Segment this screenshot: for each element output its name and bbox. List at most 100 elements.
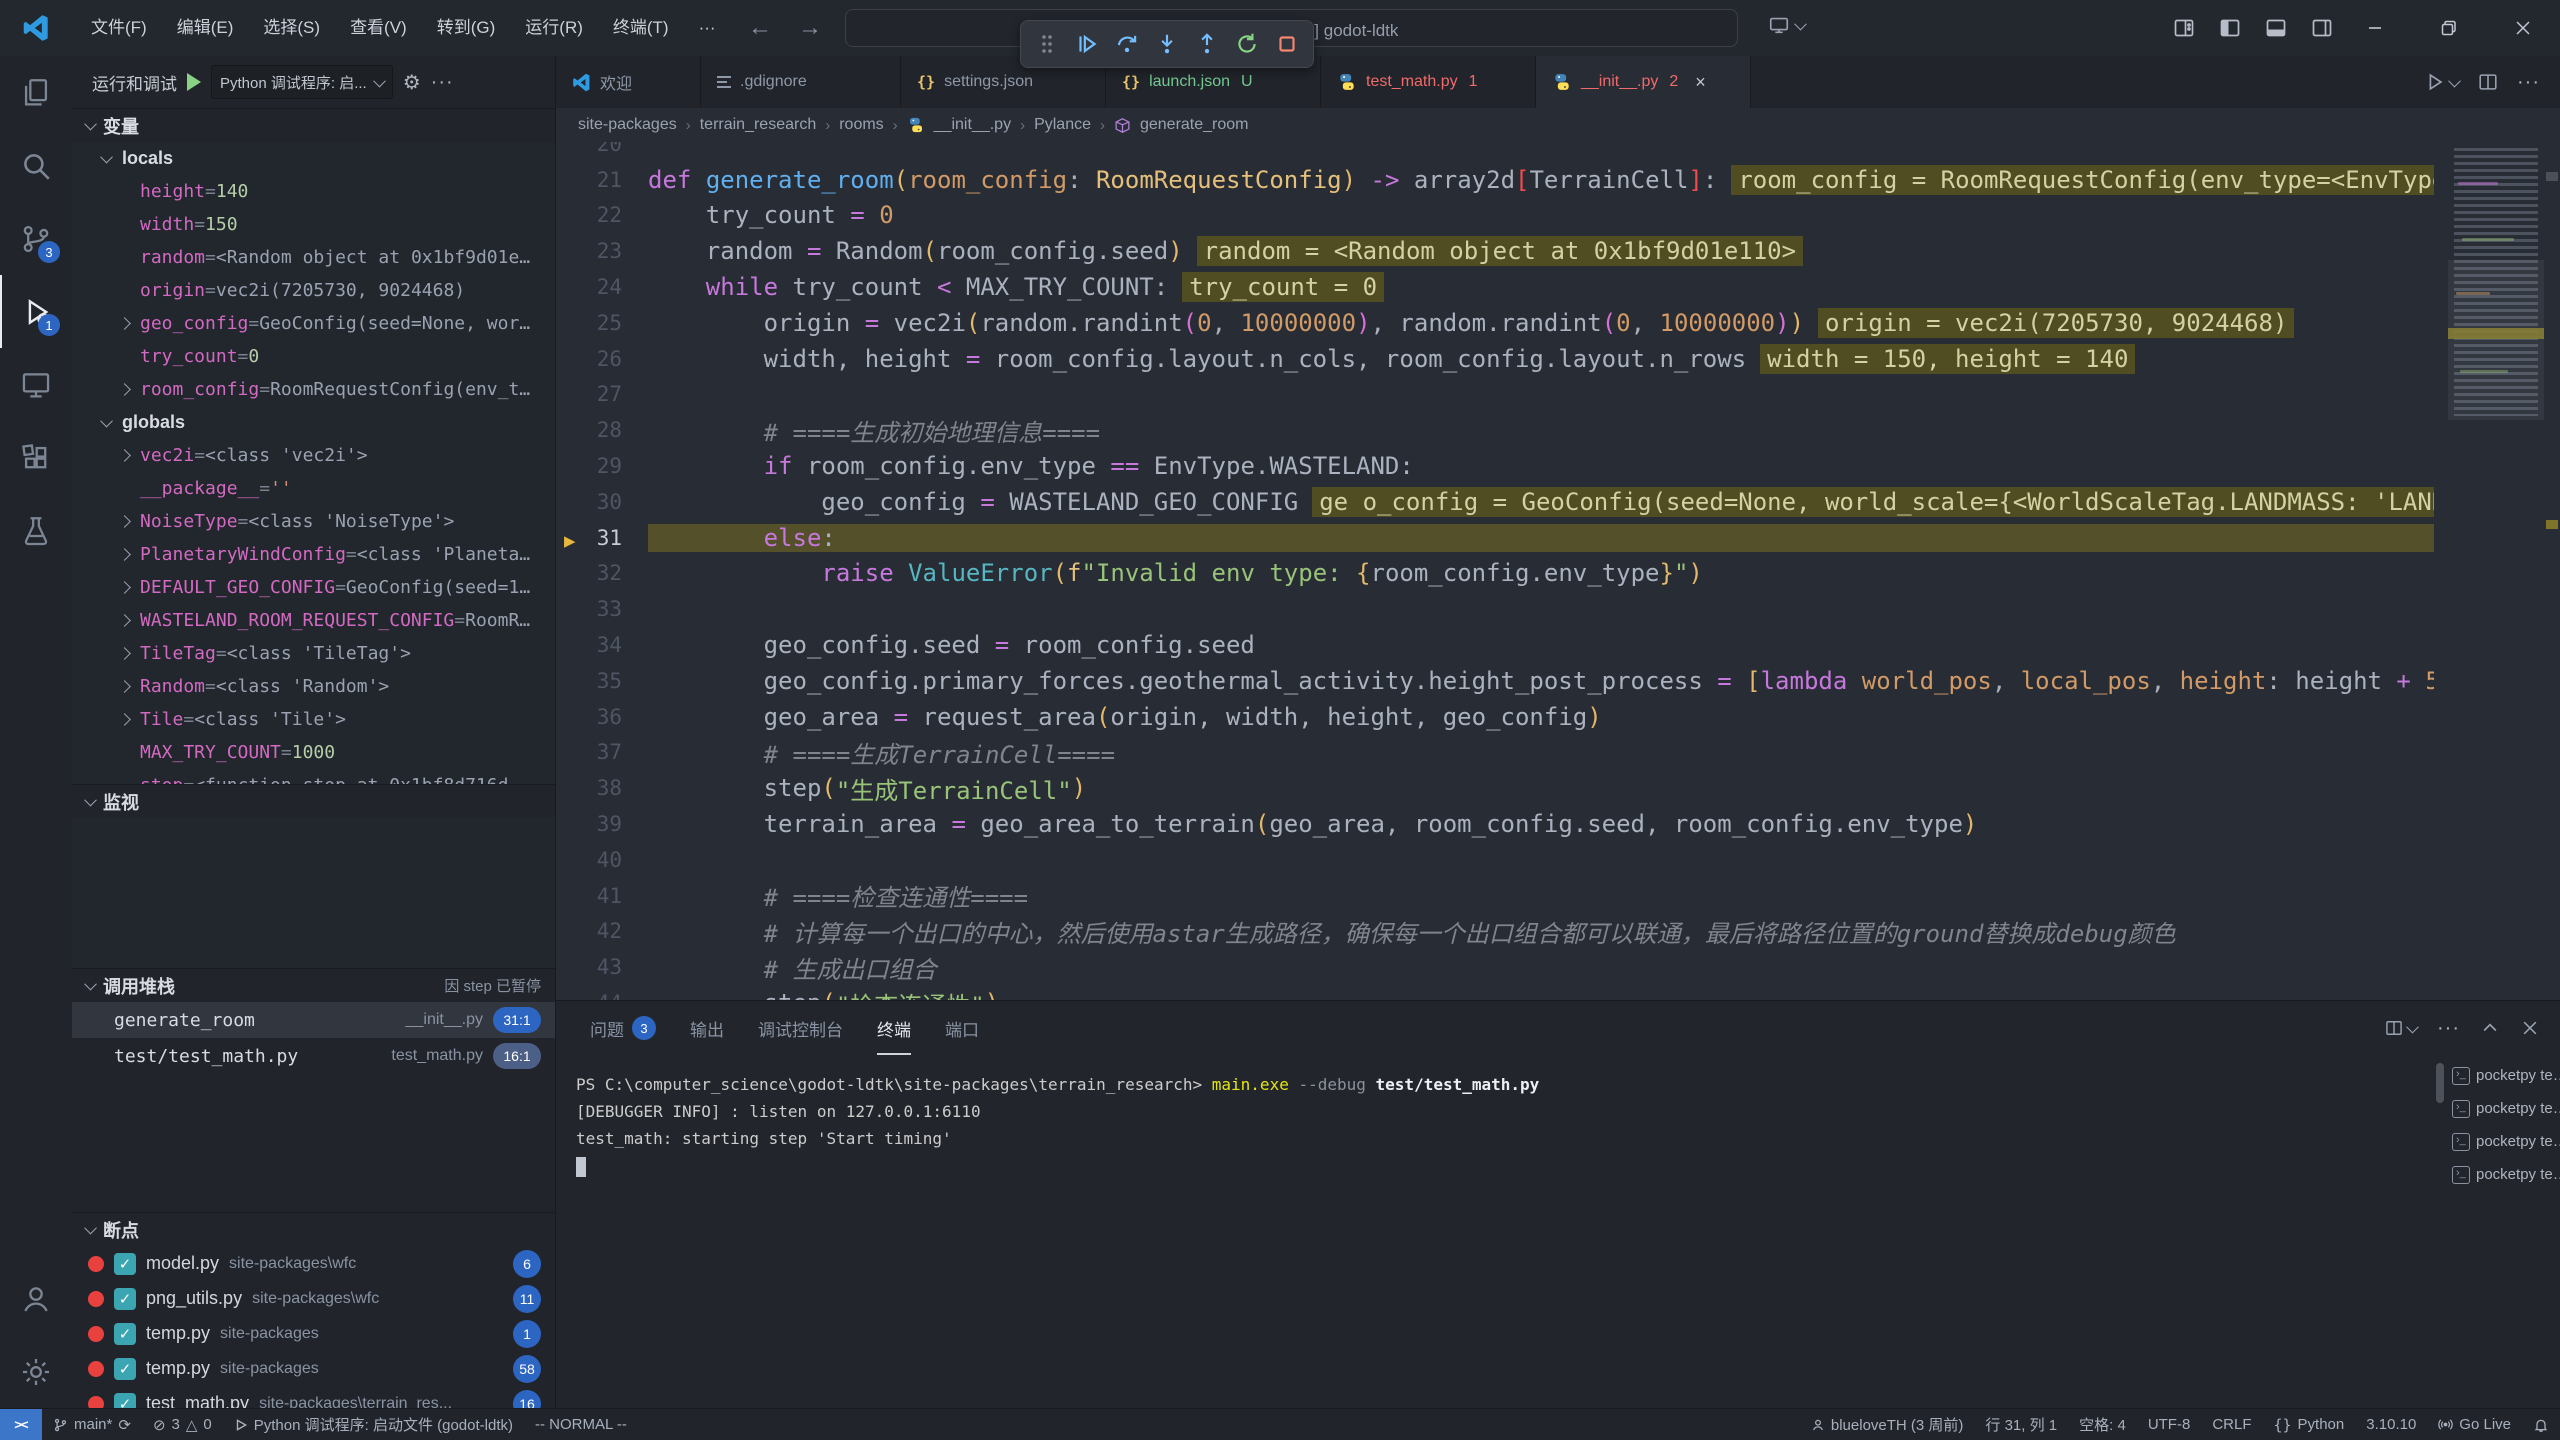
split-editor-icon[interactable] <box>2477 71 2499 93</box>
variable-row[interactable]: room_config = RoomRequestConfig(env_t… <box>72 373 555 406</box>
breakpoint-row[interactable]: ✓temp.pysite-packages58 <box>72 1351 555 1386</box>
cursor-position[interactable]: 行 31, 列 1 <box>1974 1409 2068 1440</box>
maximize-panel-icon[interactable] <box>2480 1018 2500 1038</box>
variable-row[interactable]: vec2i = <class 'vec2i'> <box>72 439 555 472</box>
minimize-button[interactable] <box>2338 0 2412 56</box>
code-editor[interactable]: 2021def generate_room(room_config: RoomR… <box>556 142 2560 1000</box>
debug-restart-button[interactable] <box>1229 26 1265 62</box>
variable-row[interactable]: NoiseType = <class 'NoiseType'> <box>72 505 555 538</box>
close-tab-icon[interactable]: × <box>1695 72 1706 93</box>
activity-remote-explorer[interactable] <box>0 348 72 421</box>
tab-__init__.py[interactable]: __init__.py2× <box>1536 56 1751 108</box>
callstack-section-header[interactable]: 调用堆栈 因 step 已暂停 <box>72 968 555 1002</box>
variable-row[interactable]: origin = vec2i(7205730, 9024468) <box>72 274 555 307</box>
variable-row[interactable]: random = <Random object at 0x1bf9d01e… <box>72 241 555 274</box>
debug-step-over-button[interactable] <box>1109 26 1145 62</box>
vim-mode-indicator[interactable]: -- NORMAL -- <box>524 1409 638 1440</box>
variable-row[interactable]: __package__ = '' <box>72 472 555 505</box>
variables-section-header[interactable]: 变量 <box>72 108 555 142</box>
variable-row[interactable]: Tile = <class 'Tile'> <box>72 703 555 736</box>
variable-row[interactable]: WASTELAND_ROOM_REQUEST_CONFIG = RoomR… <box>72 604 555 637</box>
activity-search[interactable] <box>0 129 72 202</box>
variable-row[interactable]: PlanetaryWindConfig = <class 'Planeta… <box>72 538 555 571</box>
breakpoint-row[interactable]: ✓temp.pysite-packages1 <box>72 1316 555 1351</box>
configure-gear-icon[interactable]: ⚙ <box>403 70 421 95</box>
variable-row[interactable]: Random = <class 'Random'> <box>72 670 555 703</box>
terminal-list-item[interactable]: ›_pocketpy te… <box>2448 1092 2560 1125</box>
activity-extensions[interactable] <box>0 421 72 494</box>
language-mode[interactable]: {} Python <box>2262 1409 2355 1440</box>
minimap[interactable] <box>2448 142 2544 1000</box>
menu-edit[interactable]: 编辑(E) <box>162 0 249 56</box>
panel-tab-ports[interactable]: 端口 <box>945 1001 979 1055</box>
toggle-panel-icon[interactable] <box>2264 16 2288 40</box>
activity-account[interactable] <box>0 1262 72 1335</box>
menu-file[interactable]: 文件(F) <box>76 0 162 56</box>
variable-row[interactable]: try_count = 0 <box>72 340 555 373</box>
window-indicator[interactable] <box>1768 14 1805 36</box>
variable-row[interactable]: height = 140 <box>72 175 555 208</box>
tab-.gdignore[interactable]: .gdignore <box>701 56 901 108</box>
variables-group-locals[interactable]: locals <box>72 142 555 175</box>
panel-tab-terminal[interactable]: 终端 <box>877 1001 911 1055</box>
tab-欢迎[interactable]: 欢迎 <box>556 56 701 108</box>
debug-step-out-button[interactable] <box>1189 26 1225 62</box>
breakpoints-section-header[interactable]: 断点 <box>72 1212 555 1246</box>
terminal-output[interactable]: PS C:\computer_science\godot-ldtk\site-p… <box>576 1071 2430 1179</box>
git-branch-status[interactable]: main* ⟳ <box>42 1409 142 1440</box>
terminal-scrollbar[interactable] <box>2436 1063 2444 1103</box>
debug-launch-status[interactable]: Python 调试程序: 启动文件 (godot-ldtk) <box>223 1409 524 1440</box>
breadcrumb-item[interactable]: Pylance <box>1034 116 1091 134</box>
panel-tab-debug-console[interactable]: 调试控制台 <box>758 1001 843 1055</box>
breakpoint-row[interactable]: ✓test_math.pysite-packages\terrain_res..… <box>72 1386 555 1408</box>
nav-back-icon[interactable]: ← <box>748 14 772 42</box>
breakpoint-checkbox[interactable]: ✓ <box>114 1288 136 1310</box>
debug-continue-button[interactable] <box>1069 26 1105 62</box>
variable-row[interactable]: DEFAULT_GEO_CONFIG = GeoConfig(seed=1… <box>72 571 555 604</box>
views-more-actions-icon[interactable]: ··· <box>431 71 454 94</box>
breakpoint-checkbox[interactable]: ✓ <box>114 1358 136 1380</box>
problems-status[interactable]: ⊘ 3 △ 0 <box>142 1409 223 1440</box>
toggle-sidebar-icon[interactable] <box>2218 16 2242 40</box>
blame-annotation[interactable]: blueloveTH (3 周前) <box>1800 1409 1975 1440</box>
breakpoint-checkbox[interactable]: ✓ <box>114 1323 136 1345</box>
notifications-bell[interactable] <box>2522 1409 2560 1440</box>
menu-go[interactable]: 转到(G) <box>422 0 511 56</box>
python-version[interactable]: 3.10.10 <box>2355 1409 2427 1440</box>
breakpoint-checkbox[interactable]: ✓ <box>114 1253 136 1275</box>
breadcrumb-item[interactable]: terrain_research <box>700 116 817 134</box>
menu-selection[interactable]: 选择(S) <box>248 0 335 56</box>
minimap-slider[interactable] <box>2448 260 2544 420</box>
variable-row[interactable]: stop = <function stop at 0x1bf8d716d <box>72 769 555 784</box>
watch-section-header[interactable]: 监视 <box>72 784 555 818</box>
debug-step-into-button[interactable] <box>1149 26 1185 62</box>
breadcrumb-item[interactable]: generate_room <box>1140 116 1249 134</box>
breadcrumb-item[interactable]: site-packages <box>578 116 677 134</box>
menu-more[interactable]: ··· <box>684 0 731 56</box>
variable-row[interactable]: TileTag = <class 'TileTag'> <box>72 637 555 670</box>
stack-frame[interactable]: generate_room __init__.py 31:1 <box>72 1002 555 1038</box>
variable-row[interactable]: geo_config = GeoConfig(seed=None, wor… <box>72 307 555 340</box>
nav-forward-icon[interactable]: → <box>798 14 822 42</box>
debug-stop-button[interactable] <box>1269 26 1305 62</box>
customize-layout-icon[interactable] <box>2172 16 2196 40</box>
breakpoint-row[interactable]: ✓model.pysite-packages\wfc6 <box>72 1246 555 1281</box>
panel-tab-problems[interactable]: 问题 3 <box>590 1001 656 1055</box>
indentation[interactable]: 空格: 4 <box>2068 1409 2137 1440</box>
editor-more-actions-icon[interactable]: ··· <box>2517 71 2540 94</box>
terminal-list-item[interactable]: ›_pocketpy te… <box>2448 1125 2560 1158</box>
stack-frame[interactable]: test/test_math.py test_math.py 16:1 <box>72 1038 555 1074</box>
remote-indicator[interactable]: >< <box>0 1409 42 1440</box>
activity-testing[interactable] <box>0 494 72 567</box>
menu-view[interactable]: 查看(V) <box>335 0 422 56</box>
toggle-secondary-sidebar-icon[interactable] <box>2310 16 2334 40</box>
run-python-file-button[interactable] <box>2424 71 2459 93</box>
terminal-list-item[interactable]: ›_pocketpy te… <box>2448 1158 2560 1191</box>
variable-row[interactable]: width = 150 <box>72 208 555 241</box>
panel-more-actions-icon[interactable]: ··· <box>2437 1017 2460 1040</box>
debug-config-dropdown[interactable]: Python 调试程序: 启... <box>211 65 393 99</box>
drag-handle-icon[interactable] <box>1029 26 1065 62</box>
activity-source-control[interactable]: 3 <box>0 202 72 275</box>
menu-run[interactable]: 运行(R) <box>510 0 598 56</box>
split-terminal-button[interactable] <box>2384 1018 2417 1038</box>
